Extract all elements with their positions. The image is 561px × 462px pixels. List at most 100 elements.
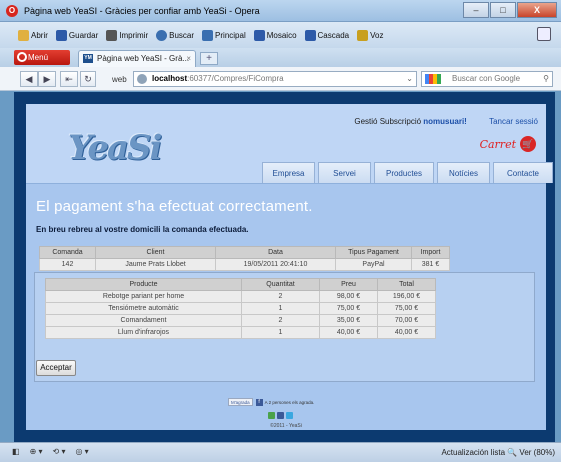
logout-link[interactable]: Tancar sessió <box>489 117 538 126</box>
yeasi-logo[interactable]: YeaSi <box>68 128 162 168</box>
status-bar: ◧ ⊕ ▾ ⟲ ▾ ◎ ▾ Actualización lista 🔍 Ver … <box>0 442 561 462</box>
toolbar-home-button[interactable]: Principal <box>202 29 246 41</box>
toolbar-label: Principal <box>215 30 246 40</box>
cascade-icon <box>304 29 316 41</box>
nav-contacte[interactable]: Contacte <box>493 162 553 183</box>
new-tab-button[interactable]: + <box>200 52 218 65</box>
home-icon <box>202 29 214 41</box>
minimize-button[interactable]: – <box>463 2 489 18</box>
toolbar-tile-button[interactable]: Mosaico <box>253 29 297 41</box>
back-button[interactable]: ◀ <box>20 71 38 87</box>
nav-noticies[interactable]: Notícies <box>437 162 490 183</box>
folder-icon <box>18 29 29 41</box>
toolbar-label: Imprimir <box>119 30 149 40</box>
reload-button[interactable]: ↻ <box>80 71 96 87</box>
nav-servei[interactable]: Servei <box>318 162 371 183</box>
toolbar-cascade-button[interactable]: Cascada <box>304 29 350 41</box>
sync-icon[interactable]: ⟲ ▾ <box>53 447 66 456</box>
unite-icon[interactable]: ◎ ▾ <box>75 447 88 456</box>
search-placeholder: Buscar con Google <box>452 74 521 83</box>
product-name: Rebotge pariant per home <box>45 290 242 303</box>
twitter-icon[interactable] <box>286 412 293 419</box>
cart-label: Carret <box>479 137 516 151</box>
opera-o-icon <box>17 52 27 62</box>
copyright: ©2011 - YeaSi <box>270 423 302 429</box>
username-link[interactable]: nomusuari! <box>423 117 467 126</box>
table-row: 142 Jaume Prats Llobet 19/05/2011 20:41:… <box>39 258 450 271</box>
search-input[interactable]: Buscar con Google ⚲ <box>421 71 553 87</box>
close-button[interactable]: X <box>517 2 557 18</box>
products-table: Producte Quantitat Preu Total Rebotge pa… <box>45 278 436 339</box>
panel-toggle-icon[interactable] <box>537 27 551 41</box>
forward-button[interactable]: ▶ <box>38 71 56 87</box>
like-button[interactable]: M'agrada <box>228 398 253 406</box>
product-total: 75,00 € <box>377 302 436 315</box>
success-subtitle: En breu rebreu al vostre domicili la com… <box>36 225 249 234</box>
product-name: Llum d'infrarojos <box>45 326 242 339</box>
subscription-label[interactable]: Gestió Subscripció <box>354 117 421 126</box>
rewind-button[interactable]: ⇤ <box>60 71 78 87</box>
column-header: Client <box>95 246 216 259</box>
url-input[interactable]: localhost:60377/Compres/FiCompra ⌄ <box>133 71 417 87</box>
turbo-icon[interactable]: ⊕ ▾ <box>30 447 43 456</box>
table-row: Rebotge pariant per home 2 98,00 € 196,0… <box>45 290 436 303</box>
product-price: 98,00 € <box>319 290 378 303</box>
cart-link[interactable]: Carret 🛒 <box>480 136 536 152</box>
site-header: YeaSi Gestió Subscripció nomusuari! Tanc… <box>26 104 553 184</box>
toolbar-save-button[interactable]: Guardar <box>55 29 98 41</box>
product-price: 75,00 € <box>319 302 378 315</box>
product-price: 40,00 € <box>319 326 378 339</box>
product-name: Comandament <box>45 314 242 327</box>
site-nav: Empresa Servei Productes Notícies Contac… <box>262 162 555 183</box>
opera-menu-button[interactable]: Menú <box>14 50 70 65</box>
order-payment: PayPal <box>335 258 412 271</box>
order-id: 142 <box>39 258 96 271</box>
site-footer: M'agrada f A 2 persones els agrada. ©201… <box>26 398 546 431</box>
order-header-row: Comanda Client Data Tipus Pagament Impor… <box>39 246 450 259</box>
table-row: Comandament 2 35,00 € 70,00 € <box>45 314 436 327</box>
column-header: Comanda <box>39 246 96 259</box>
search-icon <box>156 29 168 41</box>
yeasi-page: YeaSi Gestió Subscripció nomusuari! Tanc… <box>26 104 553 431</box>
url-path: :60377/Compres/FiCompra <box>187 74 284 83</box>
window-titlebar: O Pàgina web YeaSI - Gràcies per confiar… <box>0 0 561 22</box>
maximize-button[interactable]: □ <box>490 2 516 18</box>
toolbar-label: Cascada <box>317 30 350 40</box>
toolbar-open-button[interactable]: Abrir <box>18 29 48 41</box>
facebook-icon[interactable] <box>277 412 284 419</box>
share-icon[interactable] <box>268 412 275 419</box>
search-icon[interactable]: ⚲ <box>543 72 549 86</box>
print-icon <box>106 29 118 41</box>
products-panel: Producte Quantitat Preu Total Rebotge pa… <box>34 272 535 382</box>
tab-active[interactable]: YM Pàgina web YeaSI - Grà... × <box>78 50 196 67</box>
success-title: El pagament s'ha efectuat correctament. <box>36 198 313 215</box>
google-icon <box>425 74 441 84</box>
toolbar-voice-button[interactable]: Voz <box>357 29 383 41</box>
product-price: 35,00 € <box>319 314 378 327</box>
toolbar-label: Abrir <box>31 30 48 40</box>
accept-button[interactable]: Acceptar <box>36 360 76 376</box>
column-header: Import <box>411 246 450 259</box>
web-security-label: web <box>112 75 127 84</box>
voice-icon <box>357 29 369 41</box>
panel-icon[interactable]: ◧ <box>12 447 20 456</box>
tile-icon <box>253 29 265 41</box>
product-qty: 2 <box>241 290 320 303</box>
column-header: Total <box>377 278 436 291</box>
product-name: Tensiómetre automàtic <box>45 302 242 315</box>
products-header-row: Producte Quantitat Preu Total <box>45 278 436 291</box>
toolbar-print-button[interactable]: Imprimir <box>106 29 149 41</box>
toolbar-label: Buscar <box>169 30 195 40</box>
toolbar-search-button[interactable]: Buscar <box>156 29 195 41</box>
page-viewport: YeaSi Gestió Subscripció nomusuari! Tanc… <box>14 92 555 442</box>
tab-bar: Menú YM Pàgina web YeaSI - Grà... × + <box>0 48 561 67</box>
order-table: Comanda Client Data Tipus Pagament Impor… <box>39 246 450 271</box>
order-amount: 381 € <box>411 258 450 271</box>
status-text[interactable]: Actualización lista 🔍 Ver (80%) <box>441 448 555 457</box>
nav-productes[interactable]: Productes <box>374 162 434 183</box>
url-dropdown-icon[interactable]: ⌄ <box>406 72 413 86</box>
nav-empresa[interactable]: Empresa <box>262 162 315 183</box>
facebook-icon: f <box>255 398 263 406</box>
product-total: 70,00 € <box>377 314 436 327</box>
tab-close-icon[interactable]: × <box>186 51 191 66</box>
